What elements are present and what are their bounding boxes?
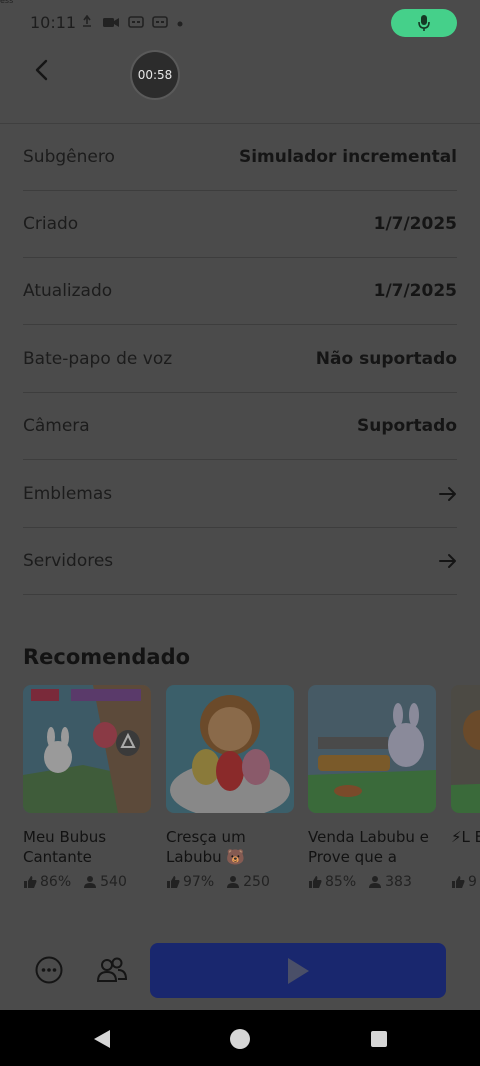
thumbs-up-icon bbox=[167, 876, 180, 888]
detail-label: Subgênero bbox=[23, 147, 115, 167]
thumbs-up-icon bbox=[452, 876, 465, 888]
game-stats: 97% 250 bbox=[166, 874, 294, 890]
game-title: Meu Bubus Cantante bbox=[23, 828, 107, 866]
game-thumbnail bbox=[23, 685, 151, 813]
play-icon bbox=[288, 957, 309, 984]
players-text: 250 bbox=[243, 874, 270, 890]
play-button[interactable] bbox=[150, 943, 446, 998]
detail-row-created: Criado 1/7/2025 bbox=[23, 191, 457, 258]
circle-home-icon bbox=[230, 1029, 250, 1049]
players-text: 383 bbox=[385, 874, 412, 890]
detail-label: Bate-papo de voz bbox=[23, 349, 173, 369]
detail-row-servers[interactable]: Servidores bbox=[23, 528, 457, 595]
players-icon bbox=[369, 876, 382, 888]
more-dots-icon bbox=[35, 956, 63, 984]
group-icon bbox=[96, 957, 128, 982]
microphone-icon bbox=[418, 15, 430, 31]
detail-label: Emblemas bbox=[23, 484, 113, 504]
more-options-button[interactable] bbox=[32, 953, 66, 987]
video-icon bbox=[102, 15, 120, 34]
thumbs-up-icon bbox=[24, 876, 37, 888]
corner-text: ess bbox=[0, 0, 14, 5]
recommended-card[interactable]: ⚡L Esca 9 bbox=[451, 685, 480, 890]
players-icon bbox=[84, 876, 97, 888]
game-title: ⚡L Esca bbox=[451, 828, 480, 846]
game-thumbnail bbox=[451, 685, 480, 813]
detail-value: Suportado bbox=[356, 416, 457, 436]
caption-icon bbox=[128, 15, 144, 34]
nav-recents-button[interactable] bbox=[366, 1026, 392, 1052]
system-nav-bar bbox=[0, 1010, 480, 1066]
microphone-indicator[interactable] bbox=[391, 9, 457, 37]
thumbs-up-icon bbox=[309, 876, 322, 888]
arrow-right-icon bbox=[439, 487, 456, 501]
players-text: 540 bbox=[100, 874, 127, 890]
game-thumbnail bbox=[166, 685, 294, 813]
recording-timer[interactable]: 00:58 bbox=[132, 52, 178, 98]
game-title: Cresça um Labubu 🐻 bbox=[166, 828, 246, 866]
back-arrow-icon bbox=[35, 59, 48, 81]
game-stats: 85% 383 bbox=[308, 874, 436, 890]
square-recents-icon bbox=[371, 1031, 387, 1047]
rating-text: 97% bbox=[183, 874, 215, 890]
detail-row-subgenre: Subgênero Simulador incremental bbox=[23, 124, 457, 191]
rating-text: 86% bbox=[40, 874, 72, 890]
detail-row-voice-chat: Bate-papo de voz Não suportado bbox=[23, 326, 457, 393]
game-thumbnail bbox=[308, 685, 436, 813]
rating-text: 85% bbox=[325, 874, 357, 890]
detail-label: Câmera bbox=[23, 416, 90, 436]
recommended-card[interactable]: Meu Bubus Cantante 86% 540 bbox=[23, 685, 151, 890]
players-icon bbox=[227, 876, 240, 888]
detail-row-updated: Atualizado 1/7/2025 bbox=[23, 258, 457, 325]
nav-home-button[interactable] bbox=[227, 1026, 253, 1052]
status-icons bbox=[80, 14, 184, 34]
detail-row-badges[interactable]: Emblemas bbox=[23, 461, 457, 528]
game-stats: 86% 540 bbox=[23, 874, 151, 890]
detail-value: Simulador incremental bbox=[238, 147, 457, 167]
party-button[interactable] bbox=[95, 953, 129, 987]
rating-text: 9 bbox=[468, 874, 477, 890]
recommended-title: Recomendado bbox=[23, 645, 191, 669]
back-button[interactable] bbox=[26, 52, 58, 88]
dot-icon bbox=[176, 17, 184, 33]
detail-label: Atualizado bbox=[23, 281, 113, 301]
status-bar: ess 10:11 bbox=[0, 0, 480, 46]
caption-icon bbox=[152, 15, 168, 34]
notification-icon bbox=[80, 14, 94, 34]
arrow-right-icon bbox=[439, 554, 456, 568]
recommended-card[interactable]: Cresça um Labubu 🐻 97% 250 bbox=[166, 685, 294, 890]
game-stats: 9 bbox=[451, 874, 480, 890]
triangle-back-icon bbox=[94, 1030, 110, 1048]
game-title: Venda Labubu e Prove que a Ma... bbox=[308, 828, 429, 866]
detail-value: 1/7/2025 bbox=[373, 281, 457, 301]
detail-label: Criado bbox=[23, 214, 79, 234]
detail-row-camera: Câmera Suportado bbox=[23, 393, 457, 460]
nav-back-button[interactable] bbox=[89, 1026, 115, 1052]
recommended-card[interactable]: Venda Labubu e Prove que a Ma... 85% 383 bbox=[308, 685, 436, 890]
detail-value: 1/7/2025 bbox=[373, 214, 457, 234]
status-time: 10:11 bbox=[30, 13, 77, 32]
recommended-list: Meu Bubus Cantante 86% 540 Cresça um Lab… bbox=[23, 685, 480, 900]
detail-label: Servidores bbox=[23, 551, 114, 571]
detail-value: Não suportado bbox=[315, 349, 457, 369]
timer-text: 00:58 bbox=[137, 68, 173, 82]
